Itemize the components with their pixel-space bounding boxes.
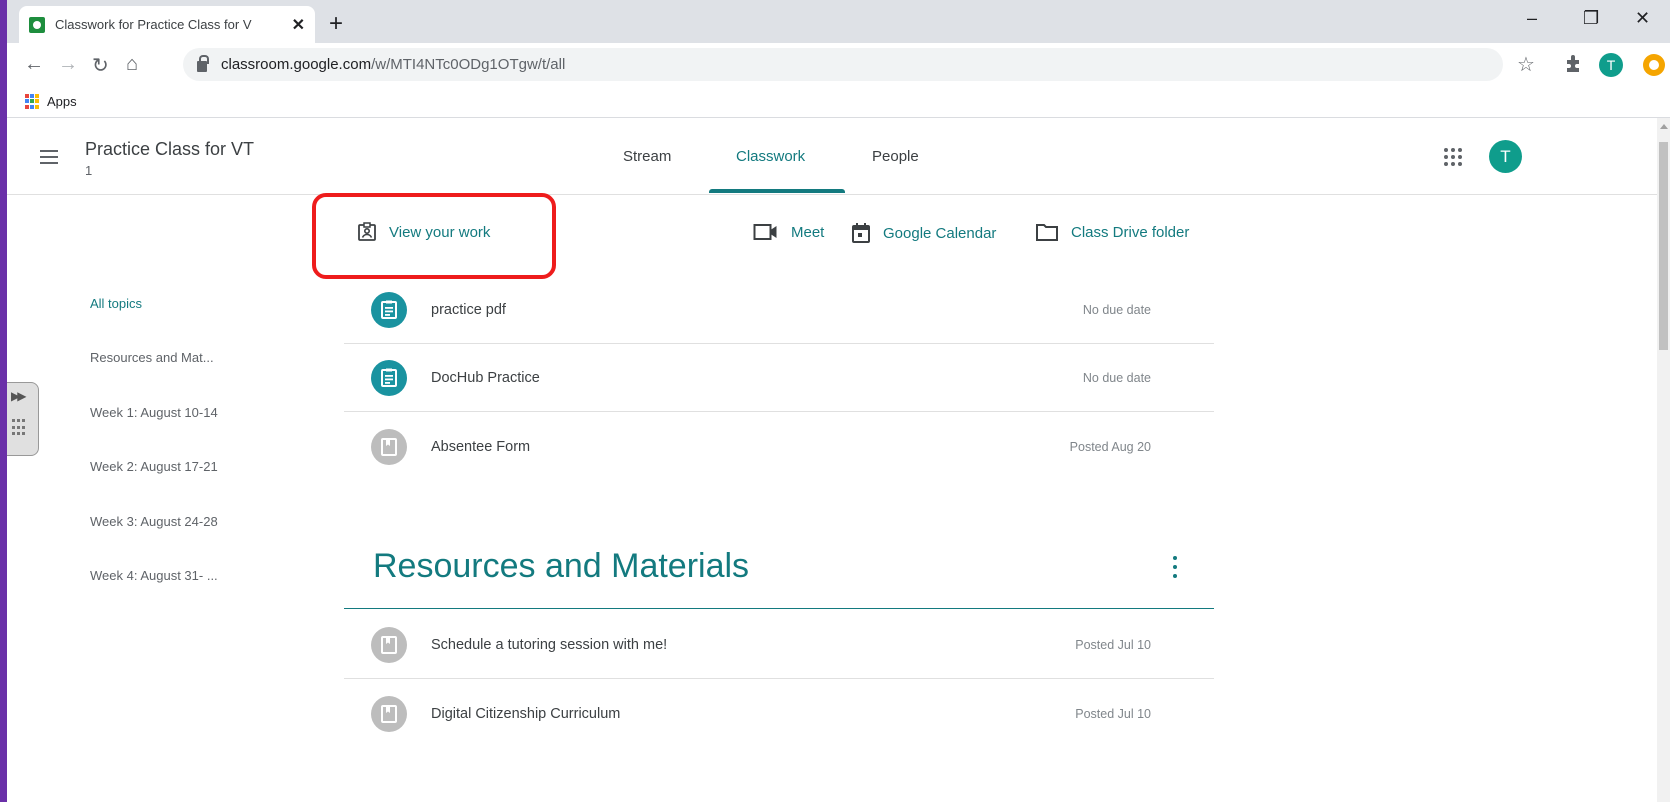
item-title: practice pdf [431, 301, 506, 318]
classwork-item[interactable]: DocHub Practice No due date [344, 344, 1214, 412]
lock-icon [197, 55, 209, 72]
highlight-box [312, 193, 556, 279]
google-calendar-button[interactable]: Google Calendar [851, 222, 996, 244]
topic-section-title[interactable]: Resources and Materials [373, 547, 749, 586]
classwork-item[interactable]: practice pdf No due date [344, 276, 1214, 344]
forward-arrow-icon[interactable]: → [58, 53, 78, 76]
folder-icon [1036, 224, 1058, 241]
extension-icon[interactable] [1643, 54, 1665, 76]
item-due: No due date [1082, 302, 1151, 317]
apps-grid-icon[interactable] [25, 94, 40, 109]
back-arrow-icon[interactable]: ← [24, 53, 44, 76]
tab-classwork[interactable]: Classwork [736, 148, 805, 165]
google-apps-icon[interactable] [1444, 148, 1462, 166]
active-tab-indicator [709, 189, 845, 193]
item-title: Schedule a tutoring session with me! [431, 636, 668, 653]
apps-bookmark[interactable]: Apps [47, 94, 77, 109]
topic-week-4[interactable]: Week 4: August 31- ... [90, 568, 218, 583]
section-divider [344, 608, 1214, 609]
more-options-icon[interactable] [1173, 556, 1179, 578]
calendar-icon [852, 223, 870, 243]
bookmark-star-icon[interactable]: ☆ [1517, 52, 1535, 77]
item-posted: Posted Jul 10 [1075, 637, 1151, 652]
minimize-button[interactable]: – [1527, 8, 1537, 29]
scroll-up-arrow-icon[interactable] [1660, 124, 1668, 129]
class-drive-folder-label: Class Drive folder [1071, 223, 1190, 241]
video-camera-icon [753, 224, 777, 240]
class-section: 1 [85, 163, 93, 178]
account-avatar[interactable]: T [1489, 140, 1522, 173]
item-title: Absentee Form [431, 439, 531, 455]
material-bookmark-icon [371, 626, 407, 663]
classroom-favicon-icon [29, 16, 45, 33]
drag-grip-icon[interactable] [12, 419, 26, 437]
class-drive-folder-button[interactable]: Class Drive folder [1035, 222, 1189, 242]
browser-toolbar: ← → ↻ ⌂ classroom.google.com/w/MTI4NTc0O… [7, 43, 1670, 86]
item-posted: Posted Jul 10 [1075, 707, 1151, 721]
new-tab-button[interactable]: + [329, 10, 343, 38]
home-icon[interactable]: ⌂ [126, 53, 138, 76]
expand-arrows-icon[interactable]: ▶▶ [11, 389, 27, 403]
tab-close-icon[interactable]: ✕ [292, 15, 305, 35]
extensions-puzzle-icon[interactable] [1564, 53, 1584, 75]
tab-stream[interactable]: Stream [623, 148, 671, 165]
material-bookmark-icon [371, 696, 407, 732]
topic-all-topics[interactable]: All topics [90, 296, 142, 311]
google-calendar-label: Google Calendar [883, 224, 997, 242]
meet-label: Meet [791, 223, 825, 241]
item-title: Digital Citizenship Curriculum [431, 706, 621, 722]
tab-title: Classwork for Practice Class for V [55, 17, 252, 32]
close-window-button[interactable]: ✕ [1635, 8, 1650, 29]
url-text: classroom.google.com/w/MTI4NTc0ODg1OTgw/… [221, 56, 566, 73]
classroom-header: Practice Class for VT 1 Stream Classwork… [7, 118, 1657, 195]
class-title[interactable]: Practice Class for VT [85, 139, 254, 160]
page-scrollbar[interactable] [1657, 118, 1670, 802]
topic-week-1[interactable]: Week 1: August 10-14 [90, 405, 218, 420]
meet-button[interactable]: Meet [753, 222, 824, 242]
reload-icon[interactable]: ↻ [92, 53, 109, 78]
scroll-thumb[interactable] [1659, 142, 1668, 350]
item-due: No due date [1082, 370, 1151, 385]
address-bar[interactable]: classroom.google.com/w/MTI4NTc0ODg1OTgw/… [183, 48, 1503, 81]
browser-tab[interactable]: Classwork for Practice Class for V ✕ [19, 6, 315, 43]
topic-week-3[interactable]: Week 3: August 24-28 [90, 514, 218, 529]
topic-resources[interactable]: Resources and Mat... [90, 350, 214, 365]
classwork-item[interactable]: Absentee Form Posted Aug 20 [344, 413, 1214, 481]
topic-week-2[interactable]: Week 2: August 17-21 [90, 459, 218, 474]
restore-button[interactable]: ❐ [1583, 8, 1599, 29]
assignment-icon [371, 359, 407, 396]
screen: Classwork for Practice Class for V ✕ + –… [7, 0, 1670, 802]
classwork-item[interactable]: Digital Citizenship Curriculum Posted Ju… [344, 680, 1214, 748]
tab-people[interactable]: People [872, 148, 919, 165]
assignment-icon [371, 291, 407, 328]
item-posted: Posted Aug 20 [1069, 440, 1151, 454]
item-title: DocHub Practice [431, 369, 540, 386]
main-menu-icon[interactable] [40, 150, 58, 164]
browser-profile-avatar[interactable]: T [1599, 53, 1623, 77]
bookmarks-bar: Apps [7, 86, 1670, 118]
browser-tabstrip: Classwork for Practice Class for V ✕ + –… [7, 0, 1670, 43]
material-bookmark-icon [371, 429, 407, 465]
classwork-item[interactable]: Schedule a tutoring session with me! Pos… [344, 611, 1214, 679]
side-toolbar-handle[interactable]: ▶▶ [7, 382, 39, 456]
